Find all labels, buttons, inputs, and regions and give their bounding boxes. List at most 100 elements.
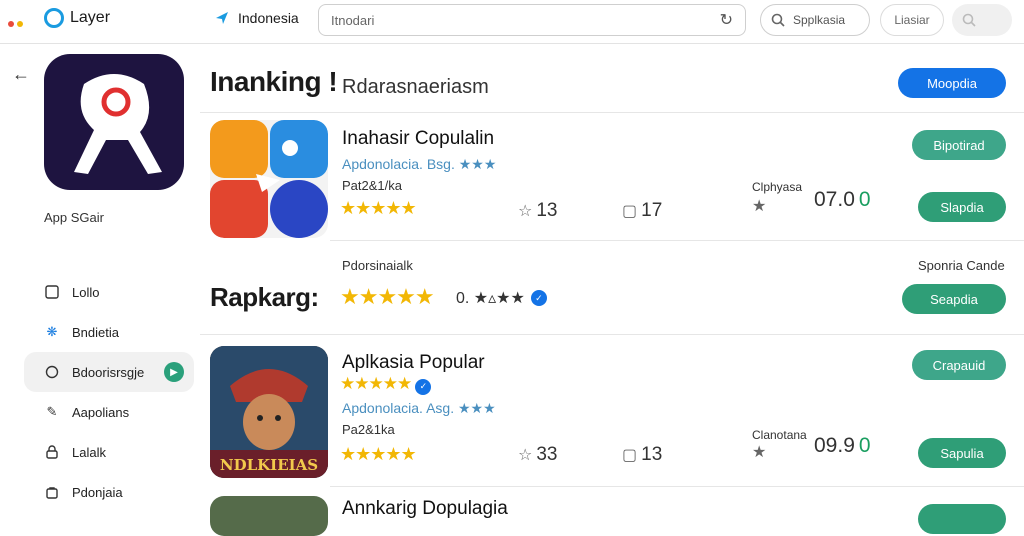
- app-title[interactable]: Annkarig Dopulagia: [342, 498, 508, 520]
- review-value: 33: [536, 444, 558, 465]
- divider: [330, 240, 1024, 241]
- minimize-dot[interactable]: [17, 21, 23, 27]
- sidebar-item-lollo[interactable]: Lollo: [24, 272, 194, 312]
- install-button[interactable]: Sapulia: [918, 438, 1006, 468]
- app-subtitle: Apdonolacia. Asg. ★★★: [342, 400, 496, 416]
- chat-icon: ▢: [622, 203, 638, 220]
- app-publisher: Pa2&1ka: [342, 422, 395, 437]
- top-bar: Layer Indonesia Itnodari ↻ Spplkasia Lia…: [0, 0, 1024, 44]
- brand[interactable]: Layer: [44, 8, 110, 28]
- app-publisher: Pat2&1/ka: [342, 178, 402, 193]
- url-text: Itnodari: [331, 12, 375, 28]
- back-arrow-icon[interactable]: ←: [12, 64, 30, 85]
- sidebar-item-bndietia[interactable]: ❋ Bndietia: [24, 312, 194, 352]
- star-outline-icon: ☆: [518, 447, 533, 464]
- search-label: Spplkasia: [793, 13, 846, 27]
- heading-action-button[interactable]: Moopdia: [898, 68, 1006, 98]
- section-rating-value: 0. ★▵★★: [456, 290, 525, 307]
- search-box[interactable]: Spplkasia: [760, 4, 870, 36]
- lite-button[interactable]: Liasiar: [880, 4, 944, 36]
- sidebar-item-lalalk[interactable]: Lalalk: [24, 432, 194, 472]
- sidebar-item-label: Lalalk: [72, 444, 106, 460]
- review-count: ☆ 13: [518, 200, 557, 222]
- star-icon: ★: [752, 198, 767, 215]
- price-mark-icon: 0: [858, 188, 871, 211]
- page-title: Inanking !: [210, 66, 338, 97]
- window-controls[interactable]: [8, 14, 26, 32]
- rating-stars: ★★★★★: [340, 444, 417, 464]
- region-selector[interactable]: Indonesia: [214, 10, 299, 26]
- sidebar-item-label: Pdonjaia: [72, 484, 123, 500]
- app-title[interactable]: Aplkasia Popular: [342, 352, 485, 374]
- region-label: Indonesia: [238, 10, 299, 26]
- section-title: Rapkarg:: [210, 282, 319, 312]
- section-stars: ★★★★★: [340, 284, 435, 309]
- app-logo-icon: [74, 74, 162, 174]
- reload-icon[interactable]: ↻: [720, 10, 733, 30]
- sidebar-item-aapolians[interactable]: ✎ Aapolians: [24, 392, 194, 432]
- verified-badge-icon: ✓: [530, 290, 547, 306]
- download-count: ▢ 17: [622, 200, 662, 222]
- star-outline-icon: ☆: [518, 203, 533, 220]
- get-button[interactable]: Bipotirad: [912, 130, 1006, 160]
- game-tiles-icon: [210, 120, 328, 238]
- download-count: ▢ 13: [622, 444, 662, 466]
- review-value: 13: [536, 200, 558, 221]
- brand-name: Layer: [70, 9, 111, 26]
- chat-icon: [44, 364, 60, 380]
- location-icon: [216, 12, 228, 24]
- brand-logo-icon: [44, 8, 64, 28]
- verified-badge-icon: ✓: [414, 378, 431, 395]
- square-icon: [44, 284, 60, 300]
- app-label: App SGair: [44, 210, 104, 225]
- game-art-icon: NDLKIEIAS: [210, 346, 328, 478]
- main-content: Inanking ! Rdarasnaeriasm Moopdia Inahas…: [200, 44, 1024, 536]
- install-button[interactable]: Slapdia: [918, 192, 1006, 222]
- price-label: Clanotana: [752, 428, 807, 442]
- rating-stars-top: ★★★★★ ✓: [340, 374, 431, 395]
- sidebar-item-label: Bdoorisrsgje: [72, 364, 145, 380]
- page-subtitle: Rdarasnaeriasm: [342, 76, 489, 98]
- secondary-search-button[interactable]: [952, 4, 1012, 36]
- gear-icon: ❋: [46, 324, 58, 339]
- app-thumbnail[interactable]: [210, 496, 328, 536]
- app-icon: [44, 54, 184, 190]
- download-value: 17: [641, 200, 663, 221]
- sidebar-nav: Lollo ❋ Bndietia Bdoorisrsgje ▶ ✎ Aapoli…: [24, 272, 194, 512]
- divider: [200, 112, 1024, 113]
- review-count: ☆ 33: [518, 444, 557, 466]
- divider: [200, 334, 1024, 335]
- section-button[interactable]: Seapdia: [902, 284, 1006, 314]
- sidebar-item-label: Lollo: [72, 284, 100, 300]
- section-small-label: Pdorsinaialk: [342, 258, 413, 273]
- install-button[interactable]: [918, 504, 1006, 534]
- sidebar: ← App SGair Lollo ❋ Bndietia Bdoorisrsgj…: [0, 44, 200, 512]
- chat-icon: ▢: [622, 447, 638, 464]
- price: 07.0 0: [814, 188, 871, 212]
- rating-stars: ★★★★★: [340, 198, 417, 218]
- price-label: Clphyasa: [752, 180, 803, 194]
- get-button[interactable]: Crapauid: [912, 350, 1006, 380]
- section-rating: 0. ★▵★★ ✓: [456, 288, 547, 308]
- lock-icon: [44, 444, 60, 460]
- play-icon[interactable]: ▶: [164, 362, 184, 382]
- close-dot[interactable]: [8, 21, 14, 27]
- sidebar-item-bdoorisrsgje[interactable]: Bdoorisrsgje ▶: [24, 352, 194, 392]
- sidebar-item-label: Bndietia: [72, 324, 119, 340]
- search-icon: [771, 13, 785, 27]
- app-title[interactable]: Inahasir Copulalin: [342, 128, 494, 150]
- download-value: 13: [641, 444, 663, 465]
- bag-icon: [44, 484, 60, 500]
- price-mark-icon: 0: [858, 434, 871, 457]
- section-right-label[interactable]: Sponria Cande: [918, 258, 1005, 273]
- price-value: 09.9: [814, 434, 855, 457]
- thumb-text: NDLKIEIAS: [220, 456, 318, 474]
- stars-top-value: ★★★★★: [340, 374, 412, 393]
- star-icon: ★: [752, 444, 767, 461]
- app-thumbnail[interactable]: NDLKIEIAS: [210, 346, 328, 478]
- url-bar[interactable]: Itnodari ↻: [318, 4, 746, 36]
- divider: [330, 486, 1024, 487]
- sidebar-item-pdonjaia[interactable]: Pdonjaia: [24, 472, 194, 512]
- app-thumbnail[interactable]: [210, 120, 328, 238]
- wrench-icon: ✎: [46, 404, 58, 419]
